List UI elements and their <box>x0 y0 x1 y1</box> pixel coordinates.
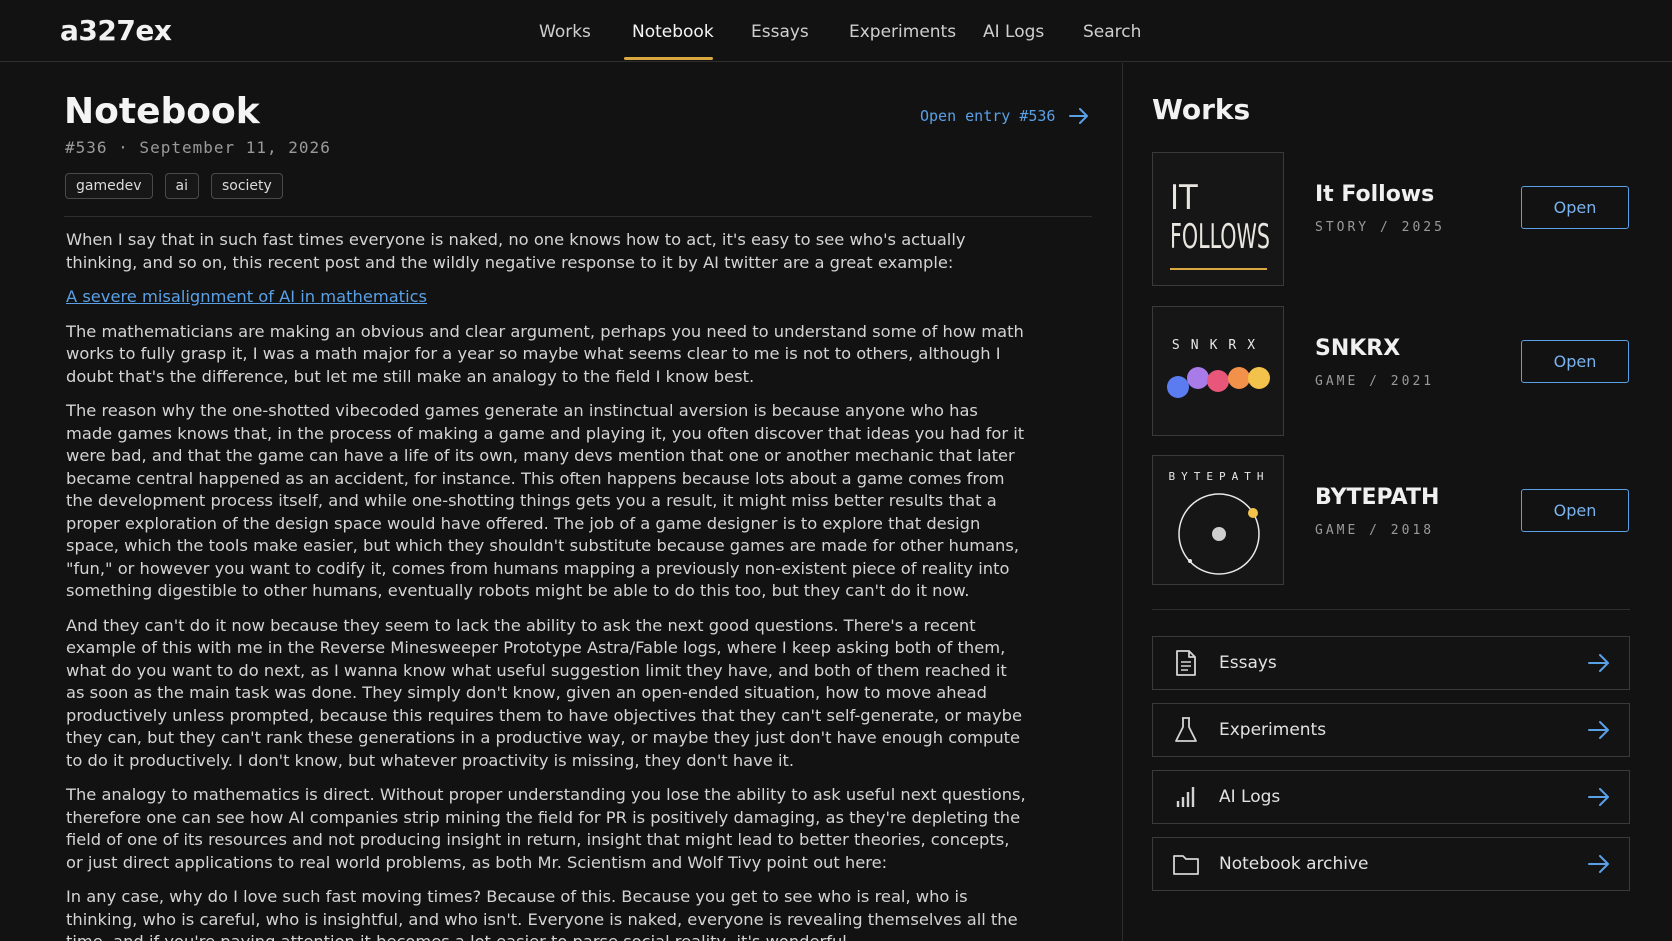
work-title: BYTEPATH <box>1315 485 1440 510</box>
entry-body: When I say that in such fast times every… <box>66 229 1026 941</box>
paragraph: In any case, why do I love such fast mov… <box>66 887 1018 941</box>
link-label: Notebook archive <box>1219 854 1369 874</box>
flask-icon <box>1175 717 1197 742</box>
notebook-entry: Notebook #536 · September 11, 2026 Open … <box>0 63 1122 941</box>
nav-search[interactable]: Search <box>1083 22 1141 42</box>
open-snkrx-button[interactable]: Open <box>1521 340 1629 383</box>
sidebar-title: Works <box>1152 93 1251 126</box>
open-bytepath-button[interactable]: Open <box>1521 489 1629 532</box>
sidebar-link-ai-logs[interactable]: AI Logs <box>1152 770 1630 824</box>
nav-ai-logs[interactable]: AI Logs <box>983 22 1044 42</box>
nav-essays[interactable]: Essays <box>751 22 809 42</box>
snake-dot <box>1187 367 1209 389</box>
page-title: Notebook <box>64 91 260 132</box>
orbit-satellite <box>1248 508 1258 518</box>
work-meta: STORY / 2025 <box>1315 220 1445 235</box>
paragraph: The reason why the one-shotted vibecoded… <box>66 401 1025 600</box>
snake-dot <box>1207 370 1229 392</box>
work-card-bytepath: BYTEPATH BYTEPATH GAME / 2018 Open <box>1152 455 1630 589</box>
link-label: AI Logs <box>1219 787 1281 807</box>
paragraph: The mathematicians are making an obvious… <box>66 321 1024 386</box>
tag-ai[interactable]: ai <box>164 173 199 199</box>
post-link[interactable]: A severe misalignment of AI in mathemati… <box>66 287 427 306</box>
orbit-point <box>1188 559 1192 563</box>
sidebar-link-experiments[interactable]: Experiments <box>1152 703 1630 757</box>
work-meta: GAME / 2018 <box>1315 523 1435 538</box>
arrow-right-icon <box>1588 721 1609 739</box>
nav-experiments[interactable]: Experiments <box>849 22 956 42</box>
paragraph: When I say that in such fast times every… <box>66 230 966 272</box>
work-card-it-follows: IT FOLLOWS It Follows STORY / 2025 Open <box>1152 152 1630 286</box>
it-follows-thumbnail[interactable]: IT FOLLOWS <box>1152 152 1284 286</box>
arrow-right-icon <box>1588 855 1609 873</box>
snake-dot <box>1167 376 1189 398</box>
thumb-title-line-1: IT <box>1170 178 1198 218</box>
snake-dot <box>1248 367 1270 389</box>
thumb-logo-text: BYTEPATH <box>1169 470 1270 483</box>
link-label: Experiments <box>1219 720 1327 740</box>
paragraph: The analogy to mathematics is direct. Wi… <box>66 785 1026 872</box>
column-divider <box>1122 63 1123 941</box>
thumb-logo-text: SNKRX <box>1172 338 1266 353</box>
snake-dot <box>1228 367 1250 389</box>
nav-works[interactable]: Works <box>539 22 591 42</box>
top-navigation-bar: a327ex Works Notebook Essays Experiments… <box>0 0 1672 62</box>
bar-chart-icon <box>1176 787 1195 807</box>
work-title: SNKRX <box>1315 336 1401 361</box>
folder-icon <box>1173 855 1199 875</box>
open-entry-label: Open entry #536 <box>920 107 1056 125</box>
tag-society[interactable]: society <box>210 173 283 199</box>
divider <box>64 216 1092 217</box>
document-icon <box>1176 650 1196 676</box>
open-entry-link[interactable]: Open entry #536 <box>920 107 1089 125</box>
thumb-title-line-2: FOLLOWS <box>1170 217 1270 257</box>
work-title: It Follows <box>1315 182 1435 207</box>
tag-gamedev[interactable]: gamedev <box>65 173 153 199</box>
sidebar-divider <box>1152 609 1630 610</box>
orbit-center <box>1212 527 1226 541</box>
nav-notebook[interactable]: Notebook <box>632 22 714 42</box>
bytepath-thumbnail[interactable]: BYTEPATH <box>1152 455 1284 585</box>
sidebar-link-notebook-archive[interactable]: Notebook archive <box>1152 837 1630 891</box>
main-nav: Works Notebook Essays Experiments AI Log… <box>0 0 1672 62</box>
active-tab-indicator <box>624 57 713 60</box>
tag-list: gamedev ai society <box>65 173 283 199</box>
work-meta: GAME / 2021 <box>1315 374 1435 389</box>
entry-meta: #536 · September 11, 2026 <box>65 138 331 157</box>
arrow-right-icon <box>1588 654 1609 672</box>
open-it-follows-button[interactable]: Open <box>1521 186 1629 229</box>
snkrx-thumbnail[interactable]: SNKRX <box>1152 306 1284 436</box>
link-label: Essays <box>1219 653 1277 673</box>
work-card-snkrx: SNKRX SNKRX GAME / 2021 Open <box>1152 306 1630 440</box>
paragraph: And they can't do it now because they se… <box>66 615 1023 770</box>
arrow-right-icon <box>1588 788 1609 806</box>
arrow-right-icon <box>1069 108 1089 124</box>
sidebar-link-essays[interactable]: Essays <box>1152 636 1630 690</box>
thumb-underline <box>1170 268 1267 270</box>
